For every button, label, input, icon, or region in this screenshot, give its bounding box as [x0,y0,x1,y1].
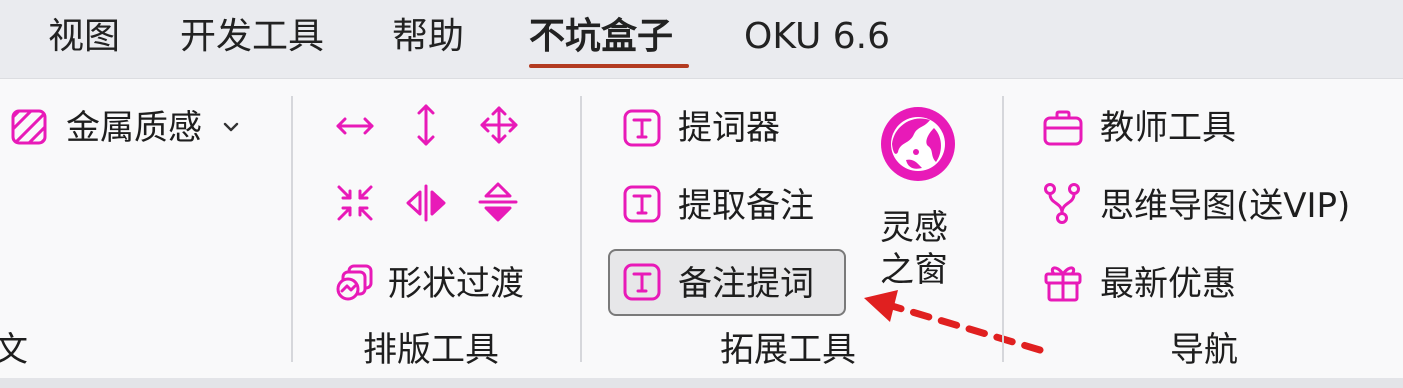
text-t-icon [622,184,662,224]
metal-texture-label: 金属质感 [66,108,202,148]
teacher-tools-label: 教师工具 [1100,108,1236,148]
menu-bukeng-box[interactable]: 不坑盒子 [529,14,673,60]
extension-tools-group-label: 拓展工具 [720,330,856,370]
gift-icon [1042,260,1084,304]
layout-tools-group-label: 排版工具 [363,330,499,370]
mindmap-label: 思维导图(送VIP) [1100,186,1351,226]
menu-developer-tools[interactable]: 开发工具 [180,14,324,60]
extract-notes-label: 提取备注 [678,186,814,226]
annotation-arrow [858,284,1058,364]
group-separator [580,96,582,362]
prompter-label: 提词器 [678,108,780,148]
move-arrows-icon[interactable] [478,104,520,146]
group-caption-partial: 文 [0,330,28,370]
menu-view[interactable]: 视图 [48,14,120,60]
menu-oku[interactable]: OKU 6.6 [744,14,890,60]
stretch-horizontal-icon[interactable] [334,108,376,144]
ribbon-bottom-border [0,378,1403,388]
planet-icon [878,104,958,184]
navigation-group-label: 导航 [1170,330,1238,370]
briefcase-icon [1042,108,1084,148]
inspiration-label-line1: 灵感 [880,208,948,248]
shape-transition-label: 形状过渡 [388,264,524,304]
flip-horizontal-icon[interactable] [404,182,448,224]
group-separator [291,96,293,362]
inspiration-window-button[interactable]: 灵感 之窗 [872,100,964,290]
flip-vertical-icon[interactable] [476,180,520,224]
group-separator [1002,96,1004,362]
text-t-icon [622,262,662,302]
branch-icon [1042,182,1082,226]
latest-offers-label: 最新优惠 [1100,264,1236,304]
shape-transition-icon [334,262,376,304]
menu-help[interactable]: 帮助 [392,14,464,60]
shrink-icon[interactable] [334,182,376,224]
stretch-vertical-icon[interactable] [408,102,444,148]
menu-bar: 视图 开发工具 帮助 不坑盒子 OKU 6.6 [0,0,1403,78]
text-t-icon [622,108,662,148]
chevron-down-icon [222,118,240,136]
hatch-pattern-icon [10,108,48,146]
active-tab-underline [529,64,689,68]
notes-prompt-label: 备注提词 [678,264,814,304]
